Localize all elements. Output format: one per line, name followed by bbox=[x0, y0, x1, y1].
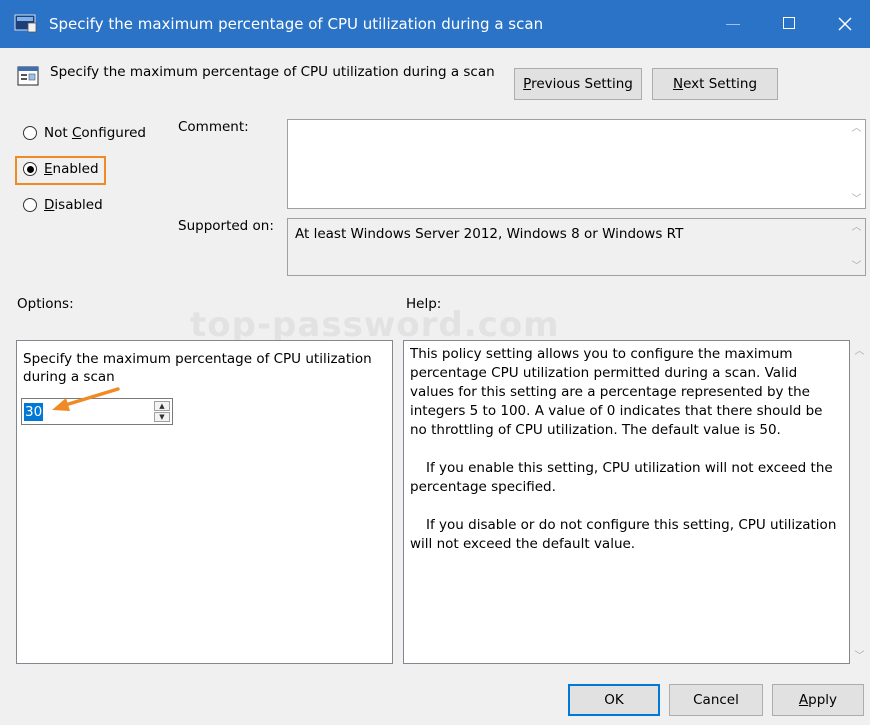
radio-enabled[interactable]: Enabled bbox=[23, 161, 99, 177]
previous-setting-mnemonic: P bbox=[523, 76, 532, 92]
help-text: This policy setting allows you to config… bbox=[410, 345, 840, 554]
scroll-up-icon[interactable]: ︿ bbox=[848, 219, 865, 236]
policy-dialog: Specify the maximum percentage of CPU ut… bbox=[0, 0, 870, 725]
spin-down-icon[interactable]: ▼ bbox=[154, 412, 170, 422]
cancel-button[interactable]: Cancel bbox=[669, 684, 763, 716]
comment-scrollbar[interactable]: ︿ ﹀ bbox=[848, 120, 865, 208]
radio-not-configured[interactable]: Not Configured bbox=[23, 125, 146, 141]
minimize-icon bbox=[726, 24, 740, 25]
next-setting-mnemonic: N bbox=[672, 76, 684, 92]
radio-not-configured-circle[interactable] bbox=[23, 126, 37, 140]
maximize-icon bbox=[783, 17, 795, 29]
policy-app-icon bbox=[14, 14, 37, 33]
help-paragraph: If you disable or do not configure this … bbox=[410, 517, 837, 552]
previous-setting-label: revious Setting bbox=[531, 76, 633, 92]
radio-enabled-label: Enabled bbox=[44, 161, 99, 177]
supported-on-label: Supported on: bbox=[178, 218, 274, 234]
watermark-text: top-password.com bbox=[190, 305, 560, 345]
policy-title: Specify the maximum percentage of CPU ut… bbox=[50, 64, 495, 80]
close-button[interactable] bbox=[818, 0, 870, 48]
next-setting-button[interactable]: Next Setting bbox=[652, 68, 778, 100]
radio-disabled[interactable]: Disabled bbox=[23, 197, 103, 213]
help-panel: This policy setting allows you to config… bbox=[403, 340, 850, 664]
window-title: Specify the maximum percentage of CPU ut… bbox=[49, 15, 544, 33]
options-description: Specify the maximum percentage of CPU ut… bbox=[23, 351, 372, 385]
maximize-button[interactable] bbox=[762, 0, 816, 48]
supported-on-scrollbar[interactable]: ︿ ﹀ bbox=[848, 219, 865, 275]
radio-not-configured-label: Not Configured bbox=[44, 125, 146, 141]
supported-on-value: At least Windows Server 2012, Windows 8 … bbox=[295, 226, 684, 242]
title-bar[interactable]: Specify the maximum percentage of CPU ut… bbox=[0, 0, 870, 48]
minimize-button[interactable] bbox=[706, 0, 760, 48]
radio-disabled-label: Disabled bbox=[44, 197, 103, 213]
help-scrollbar[interactable]: ︿ ﹀ bbox=[851, 340, 868, 664]
supported-on-field: At least Windows Server 2012, Windows 8 … bbox=[287, 218, 866, 276]
radio-disabled-circle[interactable] bbox=[23, 198, 37, 212]
scroll-down-icon[interactable]: ﹀ bbox=[848, 258, 865, 275]
help-paragraph: This policy setting allows you to config… bbox=[410, 346, 823, 438]
ok-button[interactable]: OK bbox=[568, 684, 660, 716]
apply-button[interactable]: Apply bbox=[772, 684, 864, 716]
close-icon bbox=[838, 17, 852, 31]
spin-up-icon[interactable]: ▲ bbox=[154, 401, 170, 411]
options-label: Options: bbox=[17, 296, 74, 312]
scroll-up-icon[interactable]: ︿ bbox=[848, 120, 865, 137]
comment-label: Comment: bbox=[178, 119, 249, 135]
apply-label: pply bbox=[808, 692, 838, 708]
annotation-arrow-icon bbox=[52, 387, 120, 411]
help-paragraph: If you enable this setting, CPU utilizat… bbox=[410, 460, 833, 495]
scroll-down-icon[interactable]: ﹀ bbox=[848, 191, 865, 208]
scroll-up-icon[interactable]: ︿ bbox=[851, 342, 868, 357]
apply-mnemonic: A bbox=[798, 692, 809, 708]
previous-setting-button[interactable]: Previous Setting bbox=[514, 68, 642, 100]
comment-field[interactable]: ︿ ﹀ bbox=[287, 119, 866, 209]
policy-setting-icon bbox=[17, 66, 39, 86]
radio-enabled-circle[interactable] bbox=[23, 162, 37, 176]
spinner-buttons[interactable]: ▲ ▼ bbox=[154, 401, 170, 422]
scroll-down-icon[interactable]: ﹀ bbox=[851, 647, 868, 662]
next-setting-label: ext Setting bbox=[683, 76, 758, 92]
